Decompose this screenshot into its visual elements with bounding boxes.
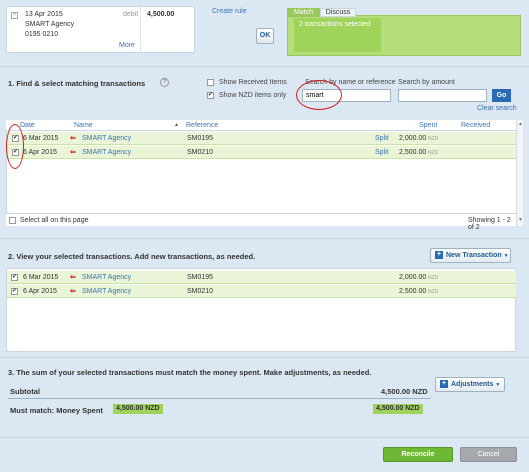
row-spent: 2,000.00	[399, 135, 427, 142]
show-received-checkbox[interactable]	[207, 79, 214, 86]
help-icon[interactable]: ?	[160, 78, 169, 87]
row-date: 6 Mar 2015	[23, 274, 59, 281]
selected-row[interactable]: ✔ 6 Mar 2015 ⇐ SMART Agency SM0195 2,000…	[7, 271, 516, 284]
create-rule-link[interactable]: Create rule	[212, 8, 247, 15]
divider	[0, 66, 529, 67]
row-currency: NZD	[428, 136, 439, 142]
statement-payee: SMART Agency	[25, 21, 75, 28]
row-date: 6 Mar 2015	[23, 135, 59, 142]
tab-discuss[interactable]: Discuss	[320, 8, 356, 17]
statement-amount: 4,500.00	[147, 11, 175, 18]
row-reference: SM0195	[187, 135, 214, 142]
statement-type: debit	[123, 11, 139, 18]
total-value: 4,500.00 NZD	[373, 404, 423, 414]
close-icon[interactable]: ×	[11, 12, 18, 19]
row-spent: 2,000.00	[399, 274, 427, 281]
table-row[interactable]: ✔ 6 Mar 2015 ⇐ SMART Agency SM0195 Split…	[7, 132, 516, 145]
must-match-label: Must match: Money Spent	[10, 406, 103, 415]
sort-up-icon[interactable]: ▲	[174, 122, 179, 128]
column-date[interactable]: Date	[20, 122, 35, 129]
divider	[0, 357, 529, 358]
subtotal-label: Subtotal	[10, 387, 40, 396]
row-reference: SM0210	[187, 149, 214, 156]
row-currency: NZD	[428, 289, 439, 295]
row-checkbox[interactable]: ✔	[11, 274, 18, 281]
results-header: Date Name ▲ Reference Spent Received	[6, 120, 516, 131]
selected-row[interactable]: ✔ 6 Apr 2015 ⇐ SMART Agency SM0210 2,500…	[7, 285, 516, 298]
column-reference[interactable]: Reference	[186, 122, 218, 129]
show-received-label: Show Received Items	[219, 79, 287, 86]
adjustments-button[interactable]: + Adjustments ▼	[435, 377, 505, 392]
row-name[interactable]: SMART Agency	[82, 149, 131, 156]
pagination-status: Showing 1 - 2 of 2	[468, 217, 511, 231]
ok-button[interactable]: OK	[256, 28, 274, 44]
statement-account: 0195 0210	[25, 31, 59, 38]
plus-icon: +	[435, 251, 443, 260]
find-heading: 1. Find & select matching transactions	[8, 79, 146, 88]
plus-icon: +	[440, 380, 448, 389]
column-name[interactable]: Name	[74, 122, 93, 129]
chevron-down-icon: ▼	[495, 382, 501, 388]
row-checkbox[interactable]: ✔	[11, 288, 18, 295]
clear-search-link[interactable]: Clear search	[477, 105, 517, 112]
column-spent[interactable]: Spent	[419, 122, 437, 129]
row-currency: NZD	[428, 150, 439, 156]
row-reference: SM0195	[187, 274, 214, 281]
scroll-down-icon[interactable]: ▼	[517, 217, 524, 224]
reconcile-button[interactable]: Reconcile	[383, 447, 453, 462]
scroll-up-icon[interactable]: ▲	[517, 121, 524, 128]
divider	[140, 7, 141, 52]
selected-heading: 2. View your selected transactions. Add …	[8, 252, 256, 261]
row-currency: NZD	[428, 275, 439, 281]
arrow-left-icon: ⇐	[70, 149, 76, 156]
must-match-value: 4,500.00 NZD	[113, 404, 163, 414]
table-row[interactable]: ✔ 6 Apr 2015 ⇐ SMART Agency SM0210 Split…	[7, 146, 516, 159]
show-nzd-checkbox[interactable]: ✔	[207, 92, 214, 99]
more-link[interactable]: More	[119, 42, 135, 49]
divider	[0, 238, 529, 239]
row-date: 6 Apr 2015	[23, 288, 57, 295]
row-spent: 2,500.00	[399, 288, 427, 295]
tab-match[interactable]: Match	[287, 8, 320, 17]
amount-input[interactable]	[398, 89, 487, 102]
row-date: 6 Apr 2015	[23, 149, 57, 156]
row-name[interactable]: SMART Agency	[82, 274, 131, 281]
row-reference: SM0210	[187, 288, 214, 295]
go-button[interactable]: Go	[492, 89, 511, 102]
new-transaction-button[interactable]: + New Transaction ▼	[430, 248, 511, 263]
annotation-circle	[296, 80, 342, 110]
split-link[interactable]: Split	[375, 135, 389, 142]
selection-status: 2 transactions selected	[294, 18, 381, 52]
column-received[interactable]: Received	[461, 122, 490, 129]
new-transaction-label: New Transaction	[446, 252, 502, 259]
arrow-left-icon: ⇐	[70, 288, 76, 295]
statement-line-card: × 13 Apr 2015 SMART Agency 0195 0210 deb…	[6, 6, 195, 53]
row-name[interactable]: SMART Agency	[82, 288, 131, 295]
annotation-circle	[6, 124, 24, 169]
subtotal-row: Subtotal 4,500.00 NZD	[8, 384, 431, 399]
statement-date: 13 Apr 2015	[25, 11, 63, 18]
row-spent: 2,500.00	[399, 149, 427, 156]
scrollbar[interactable]: ▲ ▼	[516, 120, 523, 226]
select-all-checkbox[interactable]	[9, 217, 16, 224]
search-amount-label: Search by amount	[398, 79, 455, 86]
show-nzd-label: Show NZD items only	[219, 92, 287, 99]
totals-heading: 3. The sum of your selected transactions…	[8, 368, 372, 377]
select-all-label: Select all on this page	[20, 217, 89, 224]
table-footer: Select all on this page Showing 1 - 2 of…	[6, 213, 516, 231]
chevron-down-icon: ▼	[503, 253, 509, 259]
subtotal-value: 4,500.00 NZD	[381, 387, 428, 396]
cancel-button[interactable]: Cancel	[460, 447, 517, 462]
adjustments-label: Adjustments	[451, 381, 494, 388]
row-name[interactable]: SMART Agency	[82, 135, 131, 142]
split-link[interactable]: Split	[375, 149, 389, 156]
arrow-left-icon: ⇐	[70, 135, 76, 142]
arrow-left-icon: ⇐	[70, 274, 76, 281]
